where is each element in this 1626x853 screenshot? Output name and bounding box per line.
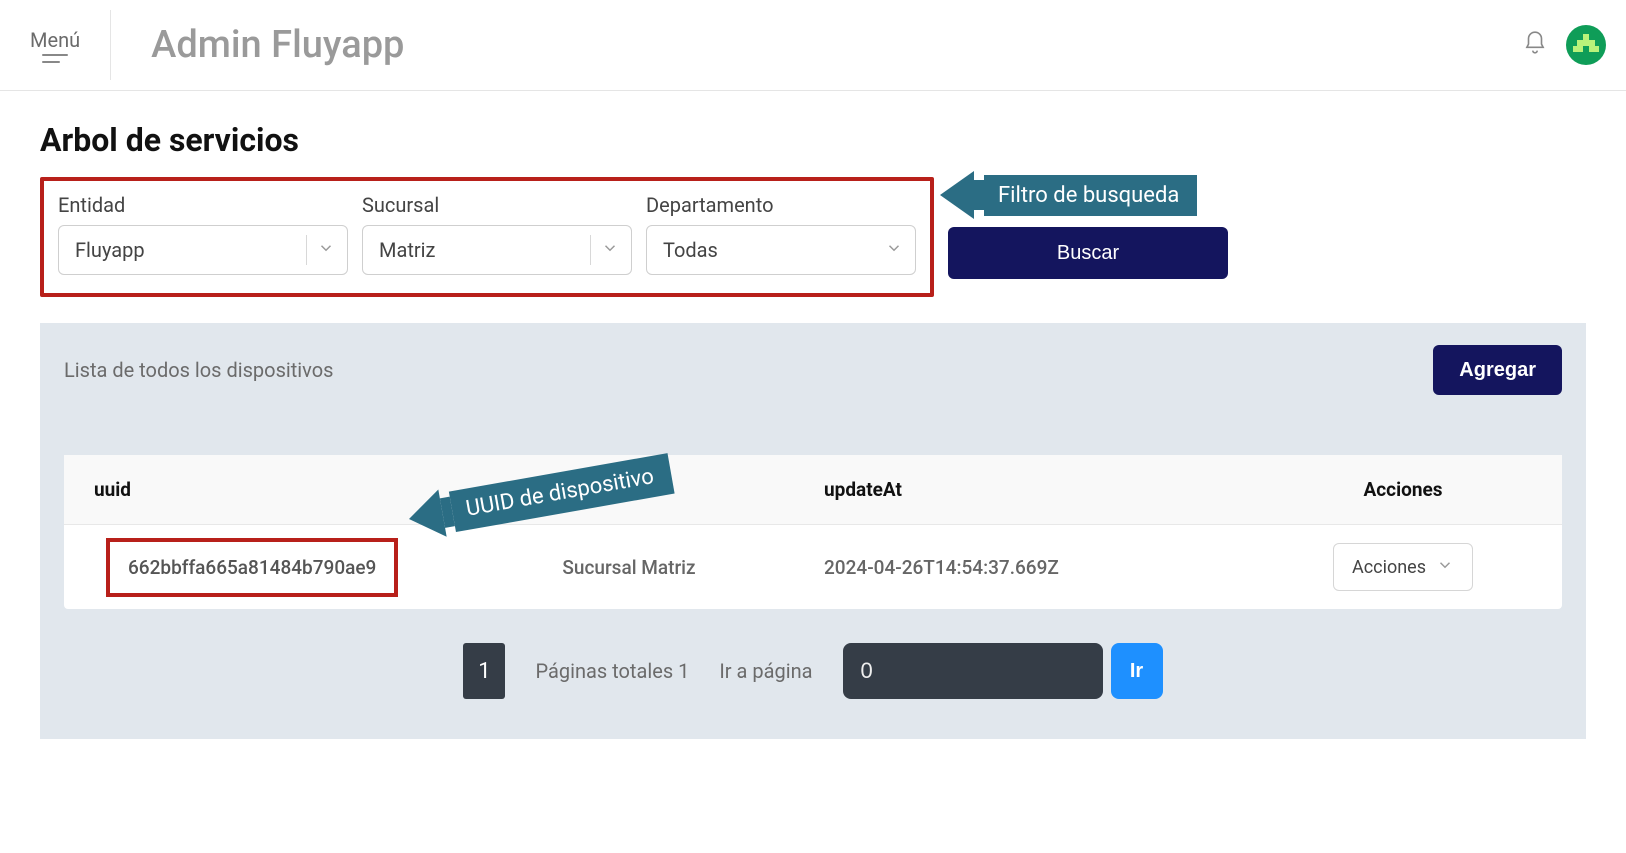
department-label: Departamento bbox=[646, 193, 916, 217]
entity-value: Fluyapp bbox=[75, 238, 145, 262]
branch-field: Sucursal Matriz bbox=[362, 193, 632, 275]
row-actions-label: Acciones bbox=[1352, 557, 1426, 578]
add-button[interactable]: Agregar bbox=[1433, 345, 1562, 395]
table-header: uuid updateAt Acciones bbox=[64, 455, 1562, 525]
department-value: Todas bbox=[663, 238, 718, 262]
current-page: 1 bbox=[463, 643, 505, 699]
goto-page-button[interactable]: Ir bbox=[1111, 643, 1163, 699]
branch-value: Matriz bbox=[379, 238, 435, 262]
devices-panel: Lista de todos los dispositivos Agregar … bbox=[40, 323, 1586, 739]
goto-page-input[interactable] bbox=[843, 643, 1103, 699]
notifications-icon[interactable] bbox=[1522, 30, 1548, 60]
chevron-down-icon bbox=[1436, 556, 1454, 579]
branch-select[interactable]: Matriz bbox=[362, 225, 632, 275]
entity-label: Entidad bbox=[58, 193, 348, 217]
menu-toggle[interactable]: Menú bbox=[30, 10, 111, 80]
avatar-icon bbox=[1573, 34, 1599, 56]
panel-title: Lista de todos los dispositivos bbox=[64, 358, 333, 382]
app-header: Menú Admin Fluyapp bbox=[0, 0, 1626, 91]
row-actions-dropdown[interactable]: Acciones bbox=[1333, 543, 1473, 591]
page-title: Arbol de servicios bbox=[40, 121, 1586, 159]
total-pages-label: Páginas totales 1 bbox=[535, 659, 689, 683]
col-header-uuid: uuid bbox=[64, 478, 444, 501]
cell-updateat: 2024-04-26T14:54:37.669Z bbox=[814, 556, 1244, 579]
chevron-down-icon bbox=[885, 238, 903, 262]
devices-table: uuid updateAt Acciones 662bbffa665a81484… bbox=[64, 455, 1562, 609]
col-header-updateat: updateAt bbox=[814, 478, 1244, 501]
department-select[interactable]: Todas bbox=[646, 225, 916, 275]
entity-field: Entidad Fluyapp bbox=[58, 193, 348, 275]
annotation-filter-label: Filtro de busqueda bbox=[984, 175, 1197, 216]
department-field: Departamento Todas bbox=[646, 193, 916, 275]
table-row: 662bbffa665a81484b790ae9 Sucursal Matriz… bbox=[64, 525, 1562, 609]
branch-label: Sucursal bbox=[362, 193, 632, 217]
hamburger-icon bbox=[42, 54, 68, 63]
app-title: Admin Fluyapp bbox=[151, 23, 404, 67]
annotation-filter: Filtro de busqueda bbox=[940, 171, 1197, 219]
menu-label: Menú bbox=[30, 28, 80, 52]
goto-page-label: Ir a página bbox=[719, 659, 812, 683]
pagination: 1 Páginas totales 1 Ir a página Ir bbox=[64, 643, 1562, 699]
chevron-down-icon bbox=[317, 238, 335, 262]
entity-select[interactable]: Fluyapp bbox=[58, 225, 348, 275]
chevron-down-icon bbox=[601, 238, 619, 262]
search-button[interactable]: Buscar bbox=[948, 227, 1228, 279]
cell-name: Sucursal Matriz bbox=[444, 556, 814, 579]
filter-highlight-box: Entidad Fluyapp Sucursal Matriz bbox=[40, 177, 934, 297]
col-header-actions: Acciones bbox=[1244, 478, 1562, 501]
filter-row: Entidad Fluyapp Sucursal Matriz bbox=[40, 177, 1586, 297]
avatar[interactable] bbox=[1566, 25, 1606, 65]
cell-uuid: 662bbffa665a81484b790ae9 bbox=[106, 538, 398, 597]
